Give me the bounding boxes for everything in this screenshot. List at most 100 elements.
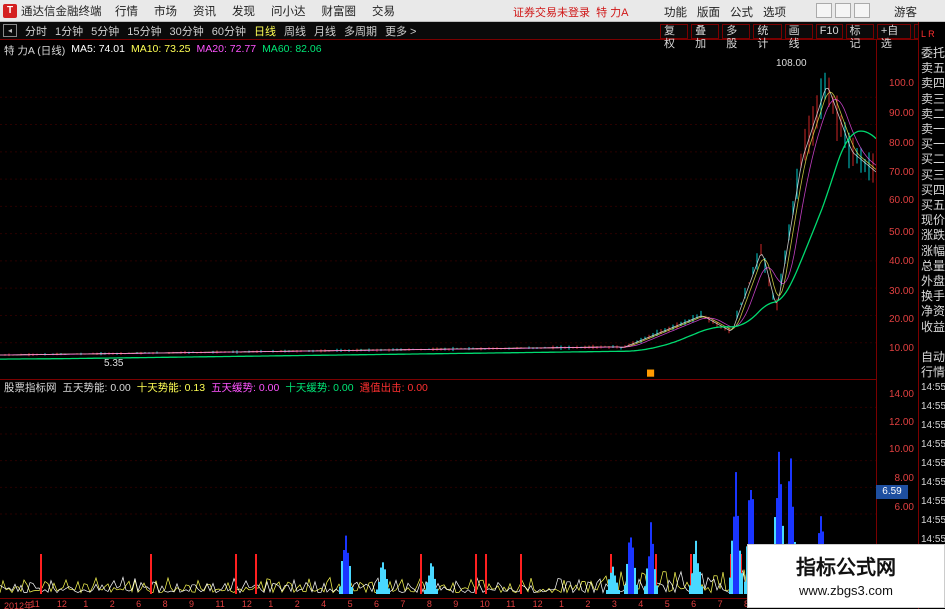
menu-gongshi[interactable]: 公式 bbox=[730, 4, 753, 20]
sidebar-item: 卖四 bbox=[921, 76, 945, 91]
guest-label[interactable]: 游客 bbox=[894, 4, 917, 20]
ytick: 14.00 bbox=[888, 389, 914, 400]
period-weekly[interactable]: 周线 bbox=[280, 23, 310, 39]
date-tick: 9 bbox=[453, 599, 459, 609]
period-more[interactable]: 更多 > bbox=[381, 23, 420, 39]
sidebar-item[interactable]: 14:55 bbox=[921, 475, 945, 490]
ytick: 100.0 bbox=[888, 78, 914, 89]
date-tick: 6 bbox=[374, 599, 380, 609]
period-daily[interactable]: 日线 bbox=[250, 23, 280, 39]
energy-bar bbox=[610, 572, 612, 594]
tool-fuquan[interactable]: 复权 bbox=[660, 24, 689, 50]
energy-bar bbox=[382, 562, 384, 594]
date-tick: 2 bbox=[585, 599, 591, 609]
sidebar-item: 涨幅 bbox=[921, 243, 945, 258]
energy-bar bbox=[606, 590, 608, 594]
menu-caifuquan[interactable]: 财富圈 bbox=[314, 3, 365, 19]
energy-bar bbox=[739, 550, 741, 594]
info-mine-icon[interactable]: ◼ bbox=[646, 366, 658, 379]
sidebar-item: 总量 bbox=[921, 258, 945, 273]
stock-name: 特 力A bbox=[596, 7, 629, 19]
signal-bar bbox=[420, 554, 422, 594]
ytick: 80.00 bbox=[888, 138, 914, 149]
sidebar-item[interactable]: 14:55 bbox=[921, 456, 945, 471]
date-tick: 7 bbox=[717, 599, 723, 609]
indicator-name[interactable]: 股票指标网 bbox=[4, 380, 57, 395]
energy-bar bbox=[380, 567, 382, 594]
date-tick: 4 bbox=[321, 599, 327, 609]
menu-banmian[interactable]: 版面 bbox=[697, 4, 720, 20]
close-button[interactable] bbox=[854, 3, 870, 18]
ma-line bbox=[0, 130, 877, 360]
menu-jiaoyi[interactable]: 交易 bbox=[364, 3, 403, 19]
tool-diejia[interactable]: 叠加 bbox=[691, 24, 720, 50]
sidebar-item[interactable]: 行情 bbox=[921, 365, 945, 380]
energy-bar bbox=[386, 578, 388, 594]
sidebar-item: 净资 bbox=[921, 304, 945, 319]
energy-bar bbox=[432, 566, 434, 594]
current-value-tag: 6.59 bbox=[876, 485, 908, 499]
sidebar-item[interactable]: 14:55 bbox=[921, 494, 945, 509]
chart-toolbar: 复权 叠加 多股 统计 画线 F10 标记 +自选 返回 bbox=[660, 24, 945, 50]
period-fenshi[interactable]: 分时 bbox=[21, 23, 51, 39]
period-5min[interactable]: 5分钟 bbox=[87, 23, 123, 39]
date-tick: 3 bbox=[611, 599, 617, 609]
energy-bar bbox=[735, 472, 737, 594]
tool-zixuan[interactable]: +自选 bbox=[876, 24, 911, 50]
energy-bar bbox=[426, 582, 428, 594]
trade-status-text: 证券交易未登录 bbox=[513, 7, 590, 19]
period-multi[interactable]: 多周期 bbox=[340, 23, 381, 39]
trade-status[interactable]: 证券交易未登录 特 力A bbox=[513, 4, 629, 20]
date-tick: 2012年 bbox=[4, 601, 34, 609]
indicator-panel[interactable] bbox=[0, 380, 877, 598]
tool-biaoji[interactable]: 标记 bbox=[845, 24, 874, 50]
sidebar-item[interactable]: 14:55 bbox=[921, 380, 945, 395]
period-60min[interactable]: 60分钟 bbox=[208, 23, 250, 39]
energy-bar bbox=[343, 550, 345, 594]
energy-bar bbox=[618, 590, 620, 594]
minimize-button[interactable] bbox=[816, 3, 832, 18]
menu-zixun[interactable]: 资讯 bbox=[185, 3, 224, 19]
date-tick: 5 bbox=[664, 599, 670, 609]
menu-hangqing[interactable]: 行情 bbox=[107, 3, 146, 19]
ytick: 50.00 bbox=[888, 227, 914, 238]
sidebar-item: 买五 bbox=[921, 198, 945, 212]
sidebar-item[interactable]: 14:55 bbox=[921, 513, 945, 528]
maximize-button[interactable] bbox=[835, 3, 851, 18]
date-tick: 12 bbox=[56, 599, 67, 609]
period-30min[interactable]: 30分钟 bbox=[166, 23, 208, 39]
tool-duogu[interactable]: 多股 bbox=[722, 24, 751, 50]
menu-shichang[interactable]: 市场 bbox=[146, 3, 185, 19]
sidebar-item[interactable]: 14:55 bbox=[921, 399, 945, 414]
period-15min[interactable]: 15分钟 bbox=[123, 23, 165, 39]
tool-tongji[interactable]: 统计 bbox=[753, 24, 782, 50]
signal-bar bbox=[150, 554, 152, 594]
sidebar-item: 收益 bbox=[921, 319, 945, 334]
sidebar-item[interactable]: 14:55 bbox=[921, 418, 945, 433]
collapse-sidebar-icon[interactable]: ◂ bbox=[3, 24, 17, 37]
ytick: 40.00 bbox=[888, 256, 914, 267]
sidebar-item[interactable]: 14:55 bbox=[921, 437, 945, 452]
period-1min[interactable]: 1分钟 bbox=[51, 23, 87, 39]
ma-line bbox=[0, 99, 877, 356]
energy-bar bbox=[634, 567, 636, 594]
signal-bar bbox=[40, 554, 42, 594]
tool-f10[interactable]: F10 bbox=[815, 24, 843, 39]
menu-gongneng[interactable]: 功能 bbox=[664, 4, 687, 20]
high-price-label: 108.00 bbox=[776, 58, 807, 69]
indicator-chart bbox=[0, 406, 877, 594]
quote-sidebar: L R 委托 卖五 卖四 卖三 卖二 卖一 买一 买二 买三 买四 买五 现价 涨跌 涨幅 总量 外盘 换手 净资… bbox=[918, 22, 945, 609]
date-tick: 11 bbox=[215, 599, 225, 609]
kline-panel[interactable] bbox=[0, 40, 878, 380]
menu-wenxiaoda[interactable]: 问小达 bbox=[263, 3, 314, 19]
date-tick: 1 bbox=[268, 599, 274, 609]
energy-bar bbox=[347, 552, 349, 594]
energy-bar bbox=[339, 586, 341, 594]
app-logo-icon: T bbox=[3, 3, 17, 18]
menu-faxian[interactable]: 发现 bbox=[224, 3, 263, 19]
energy-bar bbox=[733, 516, 735, 594]
period-monthly[interactable]: 月线 bbox=[310, 23, 340, 39]
sidebar-item[interactable]: 自动 bbox=[921, 350, 945, 365]
menu-xuanxiang[interactable]: 选项 bbox=[763, 4, 786, 20]
tool-huaxian[interactable]: 画线 bbox=[784, 24, 813, 50]
